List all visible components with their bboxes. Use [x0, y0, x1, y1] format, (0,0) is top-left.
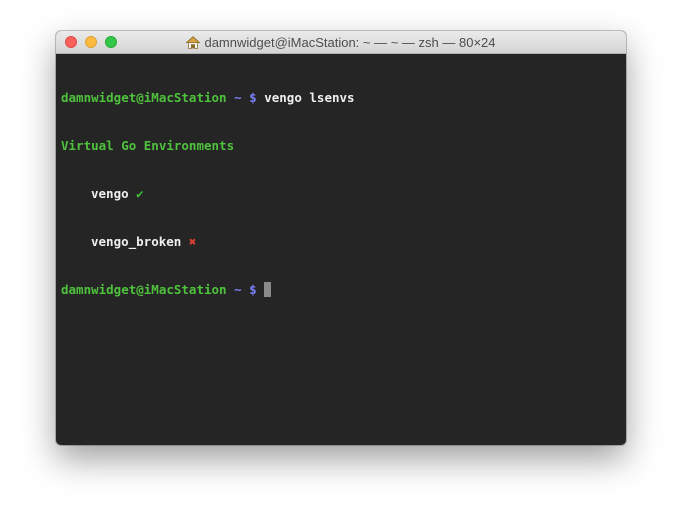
window-titlebar[interactable]: damnwidget@iMacStation: ~ — ~ — zsh — 80… [56, 31, 626, 54]
terminal-line-prompt: damnwidget@iMacStation ~ $ [61, 282, 626, 298]
terminal-line-env: vengo_broken ✖ [61, 234, 626, 250]
output-header: Virtual Go Environments [61, 138, 235, 153]
prompt-path: ~ [234, 90, 242, 105]
prompt-symbol: $ [249, 90, 257, 105]
terminal-line-env: vengo ✔ [61, 186, 626, 202]
prompt-host: damnwidget@iMacStation [61, 90, 227, 105]
terminal-output-area[interactable]: damnwidget@iMacStation ~ $ vengo lsenvs … [56, 54, 626, 330]
check-mark-icon: ✔ [136, 186, 144, 201]
prompt-symbol: $ [249, 282, 257, 297]
window-title: damnwidget@iMacStation: ~ — ~ — zsh — 80… [56, 31, 626, 53]
command-text: vengo lsenvs [264, 90, 355, 105]
prompt-host: damnwidget@iMacStation [61, 282, 227, 297]
terminal-line-header: Virtual Go Environments [61, 138, 626, 154]
home-folder-icon [186, 35, 201, 49]
terminal-window[interactable]: damnwidget@iMacStation: ~ — ~ — zsh — 80… [56, 31, 626, 445]
window-title-text: damnwidget@iMacStation: ~ — ~ — zsh — 80… [204, 34, 496, 50]
desktop-background: damnwidget@iMacStation: ~ — ~ — zsh — 80… [0, 0, 682, 526]
terminal-line-command: damnwidget@iMacStation ~ $ vengo lsenvs [61, 90, 626, 106]
env-name: vengo [91, 186, 129, 201]
cross-mark-icon: ✖ [188, 234, 197, 249]
env-name: vengo_broken [91, 234, 182, 249]
text-cursor[interactable] [264, 282, 272, 297]
prompt-path: ~ [234, 282, 242, 297]
